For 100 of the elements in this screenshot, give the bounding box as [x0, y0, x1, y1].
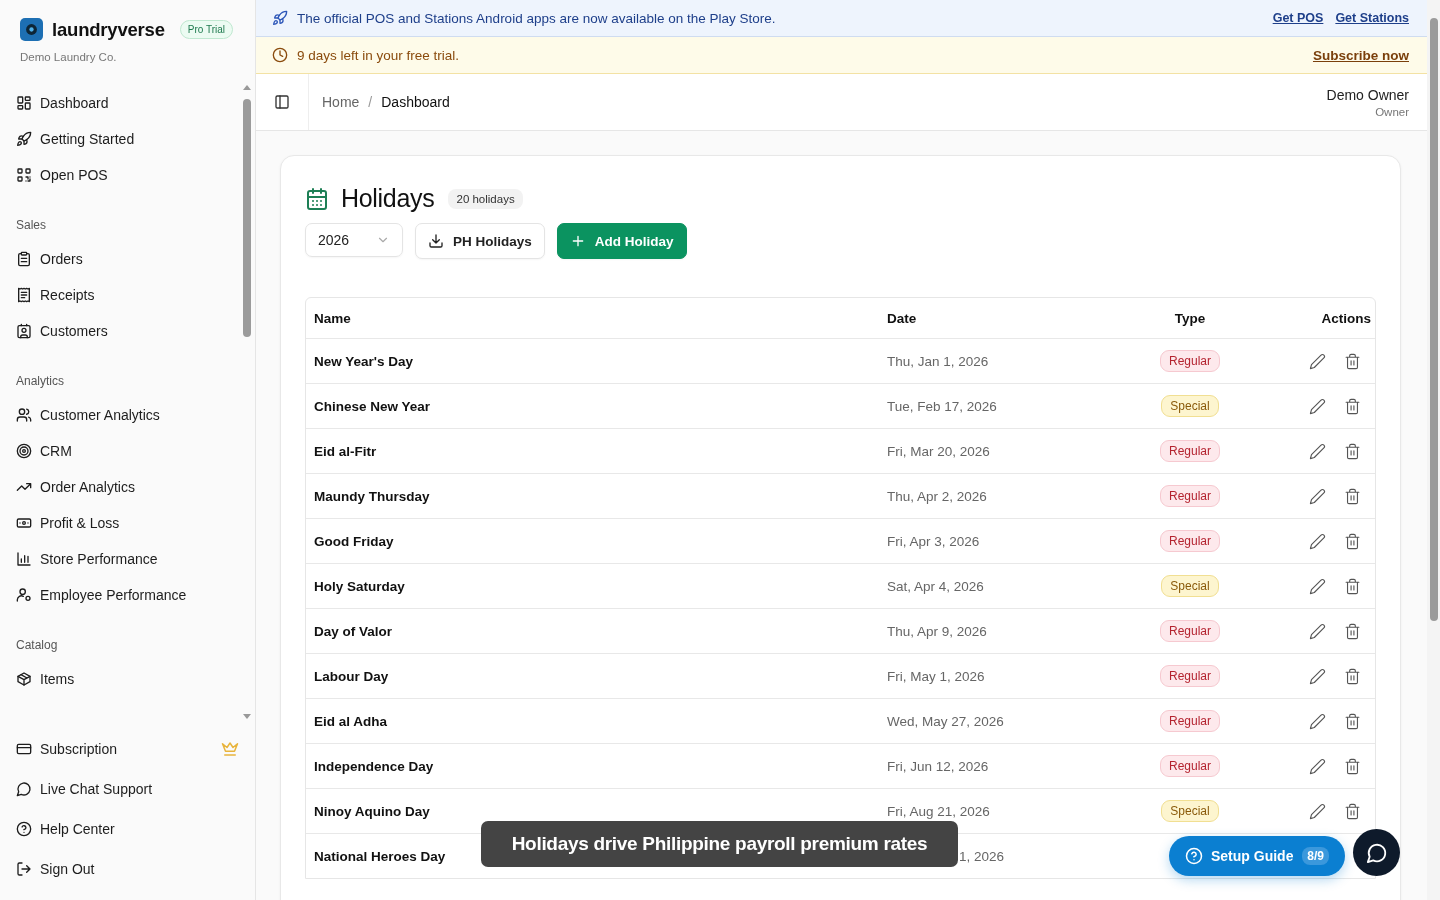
sidebar-item[interactable]: Getting Started: [16, 121, 241, 157]
holiday-date: Thu, Jan 1, 2026: [887, 353, 989, 369]
import-button[interactable]: PH Holidays: [415, 223, 545, 259]
edit-button[interactable]: [1309, 712, 1326, 730]
delete-button[interactable]: [1344, 352, 1361, 370]
holiday-date: Thu, Apr 2, 2026: [887, 488, 987, 504]
users-icon: [16, 407, 32, 423]
edit-button[interactable]: [1309, 397, 1326, 415]
delete-button[interactable]: [1344, 577, 1361, 595]
banner-link[interactable]: Get POS: [1272, 11, 1324, 25]
column-header: Actions: [1321, 310, 1371, 326]
trash-icon: [1344, 442, 1361, 460]
holiday-date: Tue, Feb 17, 2026: [887, 398, 997, 414]
breadcrumb-item: Dashboard: [381, 94, 450, 110]
sidebar-item[interactable]: CRM: [16, 433, 241, 469]
sidebar-item[interactable]: Order Analytics: [16, 469, 241, 505]
holiday-name: Good Friday: [314, 533, 394, 549]
edit-button[interactable]: [1309, 577, 1326, 595]
sidebar-item[interactable]: Live Chat Support: [0, 769, 255, 809]
delete-button[interactable]: [1344, 622, 1361, 640]
trash-icon: [1344, 487, 1361, 505]
add-holiday-button[interactable]: Add Holiday: [556, 223, 687, 259]
delete-button[interactable]: [1344, 757, 1361, 775]
holiday-date: Fri, Apr 3, 2026: [887, 533, 980, 549]
sidebar-item[interactable]: Subscription: [0, 729, 255, 769]
delete-button[interactable]: [1344, 667, 1361, 685]
trash-icon: [1344, 757, 1361, 775]
holiday-name: New Year's Day: [314, 353, 414, 369]
breadcrumb-item[interactable]: Home: [322, 94, 360, 110]
trash-icon: [1344, 577, 1361, 595]
column-header: Date: [887, 310, 917, 326]
sidebar-item[interactable]: Items: [16, 661, 241, 697]
delete-button[interactable]: [1344, 442, 1361, 460]
organization-name: Demo Laundry Co.: [19, 50, 118, 63]
section-heading: Catalog: [16, 637, 59, 654]
holiday-date: Fri, Jun 12, 2026: [887, 758, 989, 774]
pencil-icon: [1309, 757, 1326, 775]
pencil-icon: [1309, 577, 1326, 595]
setup-guide-button[interactable]: Setup Guide 8/9: [1169, 836, 1345, 876]
pencil-icon: [1309, 802, 1326, 820]
edit-button[interactable]: [1309, 622, 1326, 640]
sidebar-item[interactable]: Customers: [16, 313, 241, 349]
holiday-name: Eid al-Fitr: [314, 443, 377, 459]
banner-link[interactable]: Get Stations: [1335, 11, 1409, 25]
sidebar-item[interactable]: Dashboard: [16, 85, 241, 121]
trash-icon: [1344, 622, 1361, 640]
pencil-icon: [1309, 487, 1326, 505]
sidebar-item[interactable]: Sign Out: [0, 849, 255, 889]
clipboard-icon: [16, 251, 32, 267]
qr-code-icon: [16, 167, 32, 183]
column-header: Type: [1174, 310, 1206, 326]
holiday-name: Maundy Thursday: [314, 488, 430, 504]
sidebar-item[interactable]: Customer Analytics: [16, 397, 241, 433]
sidebar-item[interactable]: Profit & Loss: [16, 505, 241, 541]
delete-button[interactable]: [1344, 487, 1361, 505]
holiday-date: Fri, Mar 20, 2026: [887, 443, 990, 459]
sign-out-icon: [16, 861, 32, 877]
year-select[interactable]: 2026: [305, 223, 403, 257]
holiday-date: Wed, May 27, 2026: [887, 713, 1004, 729]
edit-button[interactable]: [1309, 802, 1326, 820]
pencil-icon: [1309, 532, 1326, 550]
edit-button[interactable]: [1309, 487, 1326, 505]
holiday-date: Fri, May 1, 2026: [887, 668, 985, 684]
credit-card-icon: [16, 741, 32, 757]
pencil-icon: [1309, 442, 1326, 460]
announcement-text: The official POS and Stations Android apps are now available on the Play Store.: [297, 10, 776, 26]
sidebar-item[interactable]: Receipts: [16, 277, 241, 313]
page-title: Holidays: [341, 184, 435, 213]
pencil-icon: [1309, 352, 1326, 370]
user-role: Owner: [1374, 105, 1409, 118]
type-badge: Regular: [1160, 665, 1220, 687]
edit-button[interactable]: [1309, 532, 1326, 550]
type-badge: Special: [1161, 800, 1219, 822]
edit-button[interactable]: [1309, 757, 1326, 775]
sidebar-item[interactable]: Help Center: [0, 809, 255, 849]
delete-button[interactable]: [1344, 397, 1361, 415]
holiday-name: Independence Day: [314, 758, 434, 774]
sidebar-item[interactable]: Store Performance: [16, 541, 241, 577]
type-badge: Regular: [1160, 530, 1220, 552]
type-badge: Regular: [1160, 440, 1220, 462]
sidebar-item[interactable]: Orders: [16, 241, 241, 277]
type-badge: Special: [1161, 575, 1219, 597]
delete-button[interactable]: [1344, 532, 1361, 550]
holiday-date: Thu, Apr 9, 2026: [887, 623, 987, 639]
edit-button[interactable]: [1309, 352, 1326, 370]
tooltip: Holidays drive Philippine payroll premium rates: [481, 821, 958, 867]
sidebar-item[interactable]: Employee Performance: [16, 577, 241, 613]
subscribe-link[interactable]: Subscribe now: [1312, 47, 1409, 63]
edit-button[interactable]: [1309, 442, 1326, 460]
receipt-icon: [16, 287, 32, 303]
delete-button[interactable]: [1344, 712, 1361, 730]
sidebar-item[interactable]: Open POS: [16, 157, 241, 193]
edit-button[interactable]: [1309, 667, 1326, 685]
delete-button[interactable]: [1344, 802, 1361, 820]
trash-icon: [1344, 397, 1361, 415]
holiday-name: Day of Valor: [314, 623, 393, 639]
crown-icon: [221, 740, 239, 758]
page-scrollbar[interactable]: [1427, 0, 1440, 900]
bar-chart-icon: [16, 551, 32, 567]
trash-icon: [1344, 802, 1361, 820]
